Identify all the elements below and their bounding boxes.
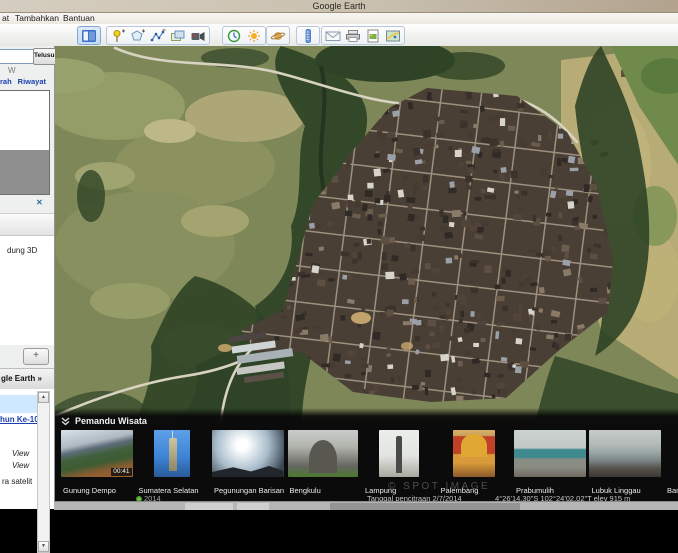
tour-item[interactable]: Ban [663, 430, 678, 505]
scroll-down-arrow[interactable]: ▼ [38, 541, 49, 552]
toolbar-group-sidebar [77, 26, 101, 45]
ruler-icon [300, 29, 316, 43]
add-content-button[interactable]: + [23, 348, 49, 365]
tour-thumbnail[interactable] [379, 430, 419, 477]
anniversary-link[interactable]: hun Ke-10. [0, 415, 41, 424]
menu-item-at[interactable]: at [2, 13, 9, 24]
discover-panel-header[interactable]: gle Earth » [0, 368, 54, 390]
clock-icon [226, 29, 242, 43]
tour-label: Pegunungan Barisan [214, 486, 284, 495]
polygon-icon [130, 29, 146, 43]
tour-item[interactable]: 00:41 Gunung Dempo [59, 430, 134, 505]
printer-icon [345, 29, 361, 43]
save-image-icon [365, 29, 381, 43]
title-bar[interactable]: Google Earth [0, 0, 678, 13]
get-directions-link[interactable]: rah [0, 77, 12, 86]
selected-row[interactable] [0, 395, 39, 413]
camcorder-icon [190, 29, 206, 43]
menu-item-bantuan[interactable]: Bantuan [63, 13, 95, 24]
toolbar-group-planets [266, 26, 290, 45]
record-tour-button[interactable] [188, 28, 208, 43]
planets-button[interactable] [268, 28, 288, 43]
sidebar-toggle-button[interactable] [79, 28, 99, 43]
sun-icon [246, 29, 262, 43]
search-links: rah Riwayat [0, 77, 54, 86]
tour-label: Gunung Dempo [63, 486, 116, 495]
tour-label: Ban [667, 486, 678, 495]
scroll-up-arrow[interactable]: ▲ [38, 392, 49, 403]
close-icon[interactable]: ✕ [36, 198, 43, 207]
image-overlay-icon [170, 29, 186, 43]
tour-item[interactable]: Pegunungan Barisan [210, 430, 285, 505]
historical-imagery-button[interactable] [224, 28, 244, 43]
tour-thumbnail[interactable]: 00:41 [61, 430, 133, 477]
toolbar-group-ruler [296, 26, 320, 45]
history-link[interactable]: Riwayat [18, 77, 46, 86]
envelope-icon [325, 29, 341, 43]
tour-item[interactable]: Bengkulu [286, 430, 361, 505]
add-image-overlay-button[interactable] [168, 28, 188, 43]
saturn-icon [270, 29, 286, 43]
duration-badge: 00:41 [111, 468, 131, 476]
sunlight-button[interactable] [244, 28, 264, 43]
tour-thumbnail[interactable] [514, 430, 586, 477]
pushpin-icon [110, 29, 126, 43]
tour-guide-strip: Pemandu Wisata © SPOT IMAGE 00:41Gunung … [55, 408, 678, 509]
tip-line-3: ra satelit [2, 477, 32, 486]
search-input[interactable] [0, 49, 34, 64]
save-image-button[interactable] [363, 28, 383, 43]
path-icon [150, 29, 166, 43]
collapse-chevrons-icon [61, 417, 70, 426]
search-results-box [0, 90, 50, 195]
toolbar-group-create [106, 26, 210, 45]
tour-guide-header[interactable]: Pemandu Wisata [61, 416, 147, 426]
tip-line-2: View [12, 461, 29, 470]
print-button[interactable] [343, 28, 363, 43]
search-suggestion-fragment: W [8, 66, 16, 75]
toolbar-group-time [222, 26, 266, 45]
add-polygon-button[interactable] [128, 28, 148, 43]
tour-thumbnail[interactable] [453, 430, 495, 477]
toolbar [0, 24, 678, 47]
menu-bar: at Tambahkan Bantuan [0, 13, 678, 24]
ruler-button[interactable] [298, 28, 318, 43]
email-button[interactable] [323, 28, 343, 43]
discover-panel-title: gle Earth » [1, 374, 42, 383]
tour-thumbnail[interactable] [154, 430, 190, 477]
maps-icon [385, 29, 401, 43]
google-earth-window: { "window": { "title": "Google Earth" },… [0, 0, 678, 509]
toolbar-group-share [321, 26, 405, 45]
sidebar-scrollbar[interactable]: ▲ ▼ [37, 391, 50, 553]
tour-label: Bengkulu [290, 486, 321, 495]
view-in-maps-button[interactable] [383, 28, 403, 43]
tour-thumbnail[interactable] [589, 430, 661, 477]
sidebar-panel-icon [81, 29, 97, 43]
tour-thumbnail[interactable] [212, 430, 284, 477]
tip-line-1: View [12, 449, 29, 458]
add-path-button[interactable] [148, 28, 168, 43]
places-panel-header[interactable] [0, 214, 54, 236]
sidebar: Telusuri W rahRiwayat ✕ dung 3D + gle Ea… [0, 46, 55, 509]
results-gray-area [0, 150, 49, 194]
add-placemark-button[interactable] [108, 28, 128, 43]
menu-item-tambahkan[interactable]: Tambahkan [15, 13, 59, 24]
window-title: Google Earth [0, 1, 678, 11]
layers-item-3d-buildings[interactable]: dung 3D [7, 246, 37, 255]
tour-guide-title: Pemandu Wisata [75, 416, 147, 426]
tour-thumbnail[interactable] [288, 430, 358, 477]
